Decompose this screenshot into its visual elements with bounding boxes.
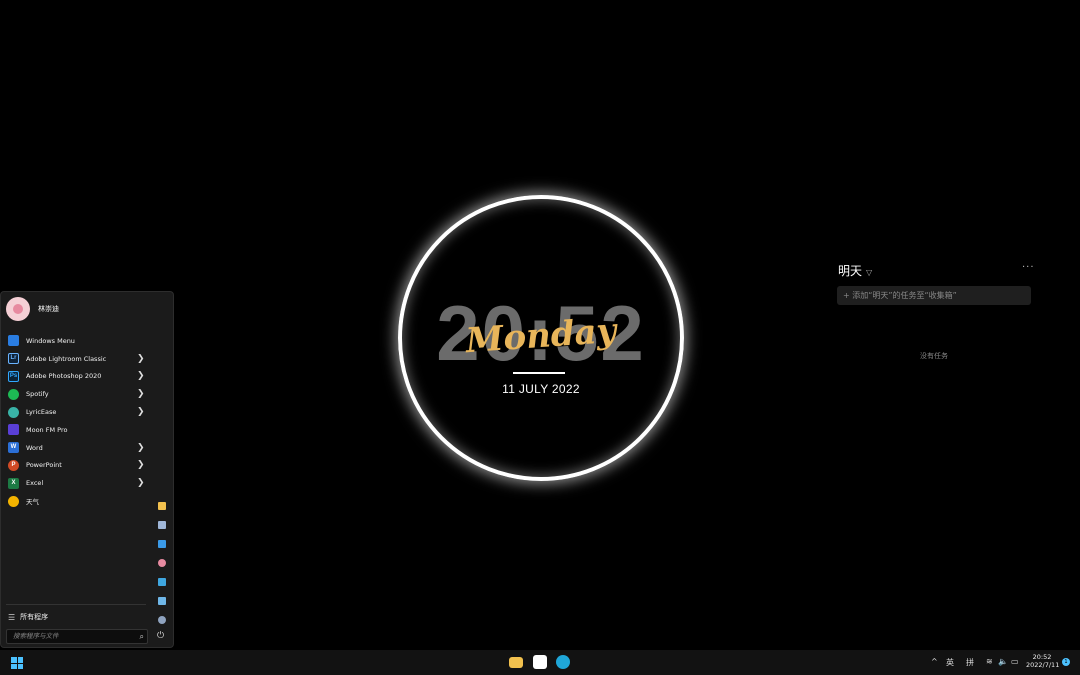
taskbar-time: 20:52	[1032, 653, 1052, 661]
user-name: 林崇迪	[38, 305, 59, 313]
app-label: Excel	[26, 479, 44, 488]
app-item-weather[interactable]: 天气	[1, 492, 175, 510]
more-options-button[interactable]: ···	[1022, 262, 1035, 273]
chevron-right-icon[interactable]: ❯	[137, 460, 145, 470]
app-item-lyricease[interactable]: LyricEase ❯	[1, 403, 175, 421]
app-label: LyricEase	[26, 408, 57, 417]
powerpoint-icon: P	[8, 459, 19, 471]
user-account[interactable]: 林崇迪	[6, 297, 59, 321]
app-item-excel[interactable]: X Excel ❯	[1, 474, 175, 492]
search-icon[interactable]: ⌕	[140, 630, 144, 643]
power-icon[interactable]: ⏻	[157, 631, 164, 641]
word-icon: W	[8, 442, 19, 454]
lightroom-icon: Lr	[8, 353, 19, 365]
app-item-powerpoint[interactable]: P PowerPoint ❯	[1, 457, 175, 475]
wifi-icon[interactable]: ≋	[986, 657, 993, 666]
no-tasks-text: 没有任务	[920, 352, 948, 360]
app-item-windows-menu[interactable]: Windows Menu	[1, 332, 175, 350]
battery-icon[interactable]: ▭	[1011, 657, 1019, 666]
volume-icon[interactable]: 🔈	[998, 657, 1008, 666]
computer-icon[interactable]	[158, 578, 166, 586]
start-menu: 林崇迪 Windows Menu Lr Adobe Lightroom Clas…	[0, 291, 174, 648]
chevron-right-icon[interactable]: ❯	[137, 371, 145, 381]
taskbar-date: 2022/7/11	[1026, 661, 1060, 669]
tasks-list-selector[interactable]: 明天 ▽	[838, 262, 872, 279]
chevron-right-icon[interactable]: ❯	[137, 443, 145, 453]
input-language[interactable]: 英	[946, 657, 954, 668]
edge-icon[interactable]	[556, 655, 570, 669]
app-label: Word	[26, 443, 43, 452]
user-folder-icon[interactable]	[158, 559, 166, 567]
clock-date: 11 JULY 2022	[502, 382, 580, 396]
app-label: Adobe Lightroom Classic	[26, 354, 107, 363]
windows-start-icon[interactable]	[11, 657, 23, 669]
store-icon[interactable]	[533, 655, 547, 669]
document-icon[interactable]	[158, 521, 166, 529]
pictures-icon[interactable]	[158, 540, 166, 548]
chevron-down-icon: ▽	[866, 268, 873, 277]
search-placeholder: 搜索程序与文件	[13, 632, 59, 640]
folder-icon[interactable]	[158, 502, 166, 510]
lyricease-icon	[8, 406, 19, 418]
chevron-right-icon[interactable]: ❯	[137, 478, 145, 488]
all-apps-button[interactable]: ☰ 所有程序	[8, 612, 48, 622]
tray-chevron-icon[interactable]: ^	[931, 657, 938, 666]
input-method[interactable]: 拼	[966, 657, 974, 668]
excel-icon: X	[8, 477, 19, 489]
app-item-lightroom[interactable]: Lr Adobe Lightroom Classic ❯	[1, 350, 175, 368]
app-label: Adobe Photoshop 2020	[26, 372, 102, 381]
add-task-input[interactable]: + 添加“明天”的任务至“收集箱”	[837, 286, 1031, 305]
app-item-photoshop[interactable]: Ps Adobe Photoshop 2020 ❯	[1, 368, 175, 386]
chevron-right-icon[interactable]: ❯	[137, 407, 145, 417]
side-shortcuts	[155, 502, 169, 635]
chevron-right-icon[interactable]: ❯	[137, 354, 145, 364]
control-panel-icon[interactable]	[158, 597, 166, 605]
app-label: PowerPoint	[26, 461, 62, 470]
taskbar-clock[interactable]: 20:52 2022/7/11	[1026, 653, 1060, 669]
all-apps-label: 所有程序	[20, 613, 49, 621]
app-label: Windows Menu	[26, 336, 75, 345]
tasks-title: 明天	[838, 264, 863, 278]
app-item-moonfm[interactable]: Moon FM Pro	[1, 421, 175, 439]
search-input[interactable]: 搜索程序与文件 ⌕	[6, 629, 148, 644]
app-list: Windows Menu Lr Adobe Lightroom Classic …	[1, 332, 175, 510]
app-item-spotify[interactable]: Spotify ❯	[1, 385, 175, 403]
windows-menu-icon	[8, 335, 19, 347]
settings-icon[interactable]	[158, 616, 166, 624]
chevron-right-icon[interactable]: ❯	[137, 389, 145, 399]
app-label: 天气	[26, 498, 39, 507]
photoshop-icon: Ps	[8, 370, 19, 382]
spotify-icon	[8, 388, 19, 400]
app-label: Moon FM Pro	[26, 425, 68, 434]
divider	[6, 604, 146, 605]
weather-icon	[8, 495, 19, 507]
app-item-word[interactable]: W Word ❯	[1, 439, 175, 457]
avatar	[6, 297, 30, 321]
moonfm-icon	[8, 424, 19, 436]
notification-badge[interactable]: 1	[1062, 658, 1070, 666]
file-explorer-icon[interactable]	[509, 657, 523, 668]
app-label: Spotify	[26, 390, 49, 399]
clock-divider	[513, 372, 565, 374]
list-icon: ☰	[8, 612, 16, 622]
